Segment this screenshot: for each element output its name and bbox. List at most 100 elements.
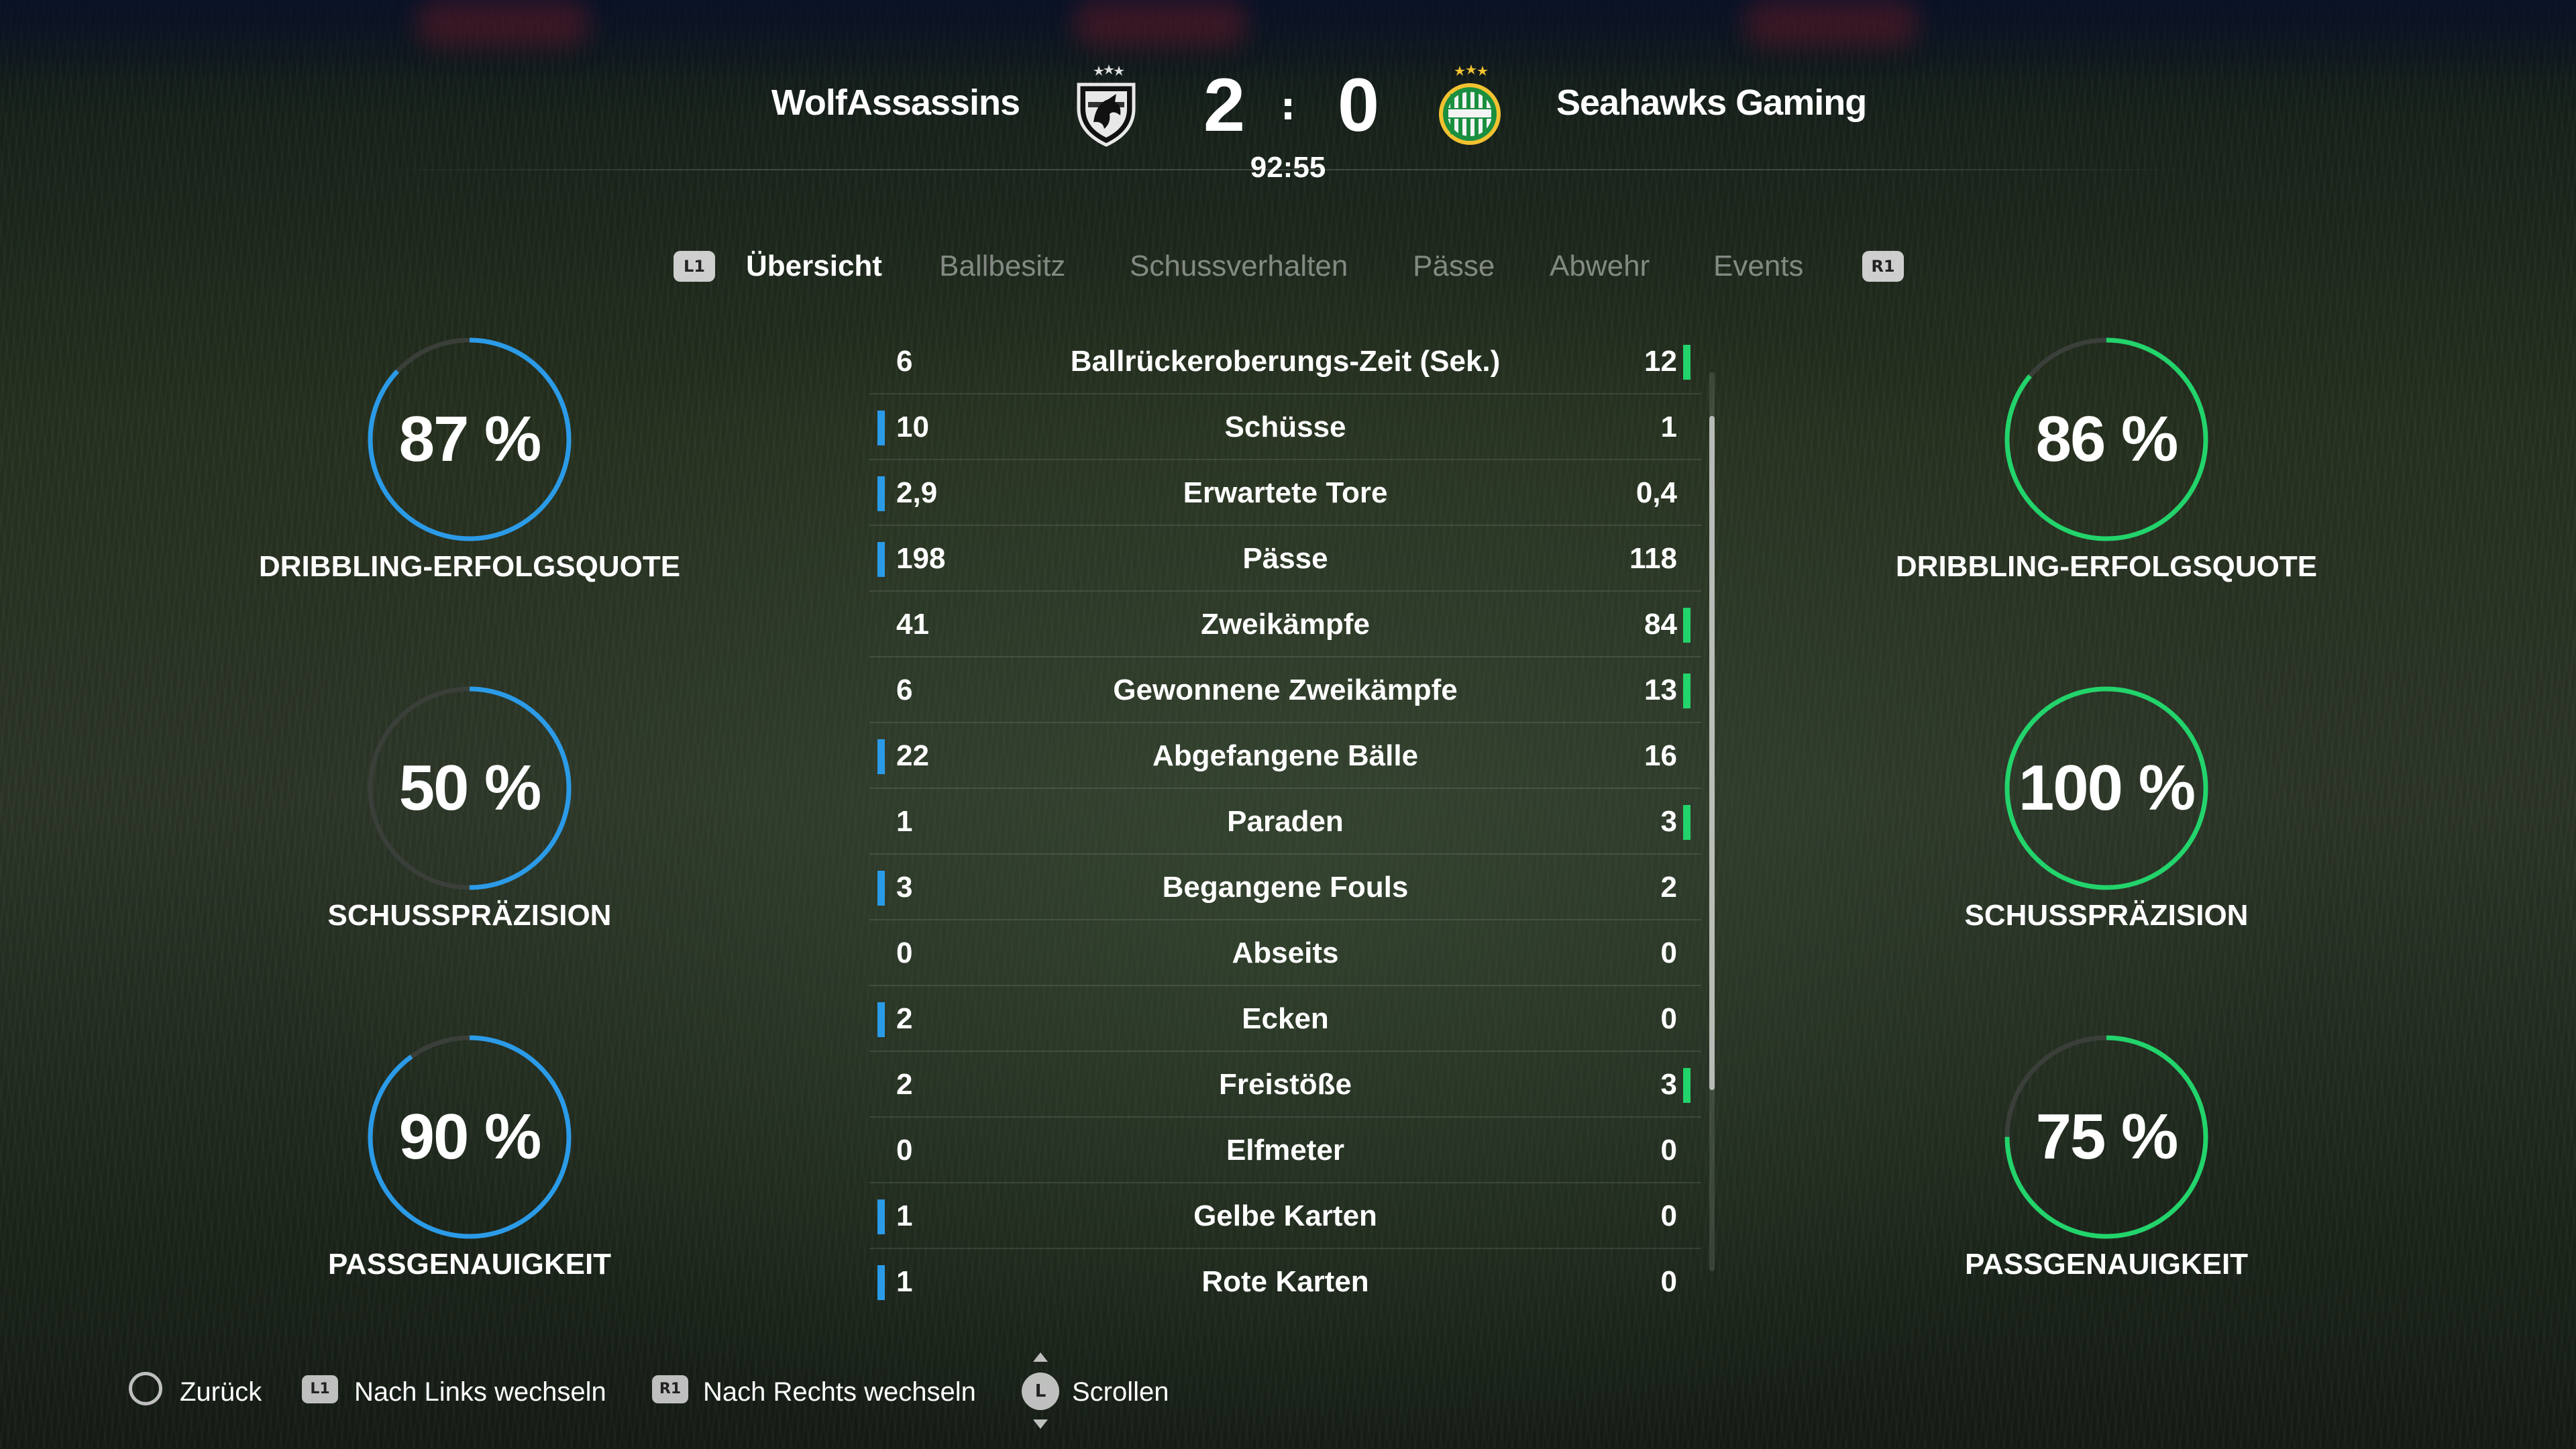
- home-gauge-shot-accuracy: 50 % SCHUSSPRÄZISION: [201, 684, 738, 1006]
- away-leader-bar: [1683, 608, 1690, 643]
- home-shot-label: SCHUSSPRÄZISION: [327, 899, 612, 932]
- away-gauge-shot-accuracy: 100 % SCHUSSPRÄZISION: [1838, 684, 2375, 1006]
- home-stat-value: 3: [896, 871, 913, 904]
- home-stat-value: 2: [896, 1068, 913, 1101]
- home-team-name: WolfAssassins: [771, 83, 1020, 123]
- away-leader-bar: [1683, 1068, 1690, 1103]
- score-separator: :: [1280, 85, 1296, 129]
- tab-abwehr[interactable]: Abwehr: [1550, 243, 1650, 290]
- stadium-top-backdrop: [0, 0, 2576, 80]
- stat-row: 0 Elfmeter 0: [869, 1118, 1701, 1183]
- away-leader-bar: [1683, 805, 1690, 840]
- stat-row: 2 Ecken 0: [869, 986, 1701, 1052]
- stat-row: 10 Schüsse 1: [869, 394, 1701, 460]
- away-gauge-pass-accuracy: 75 % PASSGENAUIGKEIT: [1838, 1033, 2375, 1355]
- stat-name: Gewonnene Zweikämpfe: [1113, 674, 1458, 706]
- home-leader-bar: [877, 871, 885, 906]
- stat-row: 3 Begangene Fouls 2: [869, 855, 1701, 920]
- away-shot-label: SCHUSSPRÄZISION: [1964, 899, 2249, 932]
- away-stat-value: 0,4: [1635, 476, 1677, 509]
- home-stat-value: 2,9: [896, 476, 938, 509]
- away-pass-percent: 75 %: [2035, 1101, 2179, 1173]
- tab-schussverhalten[interactable]: Schussverhalten: [1130, 243, 1348, 290]
- home-stat-value: 6: [896, 674, 913, 706]
- away-stat-value: 12: [1644, 345, 1677, 378]
- stat-name: Gelbe Karten: [1193, 1199, 1377, 1232]
- stat-row: 41 Zweikämpfe 84: [869, 592, 1701, 657]
- stat-row: 22 Abgefangene Bälle 16: [869, 723, 1701, 789]
- away-stat-value: 0: [1660, 1002, 1677, 1035]
- away-shot-percent: 100 %: [2018, 752, 2196, 824]
- tab-paesse[interactable]: Pässe: [1413, 243, 1495, 290]
- r1-button-icon[interactable]: R1: [1862, 251, 1904, 282]
- tab-events[interactable]: Events: [1713, 243, 1804, 290]
- back-hint-label[interactable]: Zurück: [180, 1368, 262, 1415]
- stat-name: Begangene Fouls: [1162, 871, 1409, 904]
- home-shot-percent: 50 %: [398, 752, 542, 824]
- home-leader-bar: [877, 542, 885, 577]
- circle-button-icon[interactable]: [129, 1372, 162, 1405]
- home-stat-value: 1: [896, 1265, 913, 1298]
- l1-button-icon[interactable]: L1: [302, 1375, 338, 1403]
- stats-table[interactable]: 6 Ballrückeroberungs-Zeit (Sek.) 12 10 S…: [869, 329, 1701, 1315]
- away-stat-value: 0: [1660, 1265, 1677, 1298]
- home-score: 2: [1203, 63, 1246, 147]
- away-stat-value: 0: [1660, 1134, 1677, 1167]
- home-stat-value: 10: [896, 411, 929, 443]
- tab-uebersicht[interactable]: Übersicht: [746, 243, 882, 290]
- stat-name: Paraden: [1227, 805, 1344, 838]
- away-stat-value: 3: [1660, 1068, 1677, 1101]
- stat-row: 2,9 Erwartete Tore 0,4: [869, 460, 1701, 526]
- home-gauge-dribbling: 87 % DRIBBLING-ERFOLGSQUOTE: [201, 335, 738, 657]
- l1-button-icon[interactable]: L1: [674, 251, 715, 282]
- stat-row: 1 Gelbe Karten 0: [869, 1183, 1701, 1249]
- home-leader-bar: [877, 411, 885, 445]
- tab-ballbesitz[interactable]: Ballbesitz: [939, 243, 1065, 290]
- away-leader-bar: [1683, 674, 1690, 708]
- away-team-name: Seahawks Gaming: [1556, 83, 1867, 123]
- stat-row: 1 Paraden 3: [869, 789, 1701, 855]
- home-stat-value: 1: [896, 1199, 913, 1232]
- stat-name: Rote Karten: [1201, 1265, 1369, 1298]
- backdrop-light: [416, 0, 590, 47]
- home-team-crest-icon: [1077, 64, 1136, 147]
- home-stat-value: 198: [896, 542, 946, 575]
- home-pass-percent: 90 %: [398, 1101, 542, 1173]
- scroll-hint-label[interactable]: Scrollen: [1072, 1368, 1169, 1415]
- backdrop-light: [1073, 0, 1248, 47]
- stat-name: Elfmeter: [1226, 1134, 1345, 1167]
- stat-row: 1 Rote Karten 0: [869, 1249, 1701, 1315]
- home-leader-bar: [877, 1199, 885, 1234]
- match-clock: 92:55: [1250, 151, 1326, 184]
- controller-hints: Zurück L1 Nach Links wechseln R1 Nach Re…: [0, 1352, 2576, 1429]
- away-stat-value: 13: [1644, 674, 1677, 706]
- stat-name: Ecken: [1242, 1002, 1329, 1035]
- stat-name: Abgefangene Bälle: [1152, 739, 1419, 772]
- home-dribbling-percent: 87 %: [398, 403, 542, 475]
- away-team-crest-icon: [1439, 64, 1501, 145]
- away-stat-value: 0: [1660, 936, 1677, 969]
- home-stat-value: 0: [896, 1134, 913, 1167]
- home-gauge-pass-accuracy: 90 % PASSGENAUIGKEIT: [201, 1033, 738, 1355]
- switch-left-hint-label[interactable]: Nach Links wechseln: [354, 1368, 606, 1415]
- r1-button-icon[interactable]: R1: [652, 1375, 688, 1403]
- stat-name: Pässe: [1242, 542, 1328, 575]
- header-divider: [379, 169, 2197, 170]
- stat-row: 198 Pässe 118: [869, 526, 1701, 592]
- home-leader-bar: [877, 1002, 885, 1037]
- switch-right-hint-label[interactable]: Nach Rechts wechseln: [703, 1368, 976, 1415]
- home-leader-bar: [877, 476, 885, 511]
- away-stat-value: 1: [1660, 411, 1677, 443]
- away-dribbling-label: DRIBBLING-ERFOLGSQUOTE: [1895, 550, 2318, 583]
- stat-name: Ballrückeroberungs-Zeit (Sek.): [1070, 345, 1501, 378]
- home-stat-value: 1: [896, 805, 913, 838]
- home-leader-bar: [877, 739, 885, 774]
- scroll-up-arrow-icon: [1033, 1352, 1048, 1362]
- away-score: 0: [1337, 63, 1380, 147]
- away-leader-bar: [1683, 345, 1690, 380]
- stat-name: Erwartete Tore: [1183, 476, 1388, 509]
- stats-scrollbar-thumb[interactable]: [1709, 416, 1715, 1090]
- left-stick-icon[interactable]: L: [1022, 1373, 1059, 1410]
- home-pass-label: PASSGENAUIGKEIT: [327, 1248, 612, 1281]
- away-pass-label: PASSGENAUIGKEIT: [1964, 1248, 2249, 1281]
